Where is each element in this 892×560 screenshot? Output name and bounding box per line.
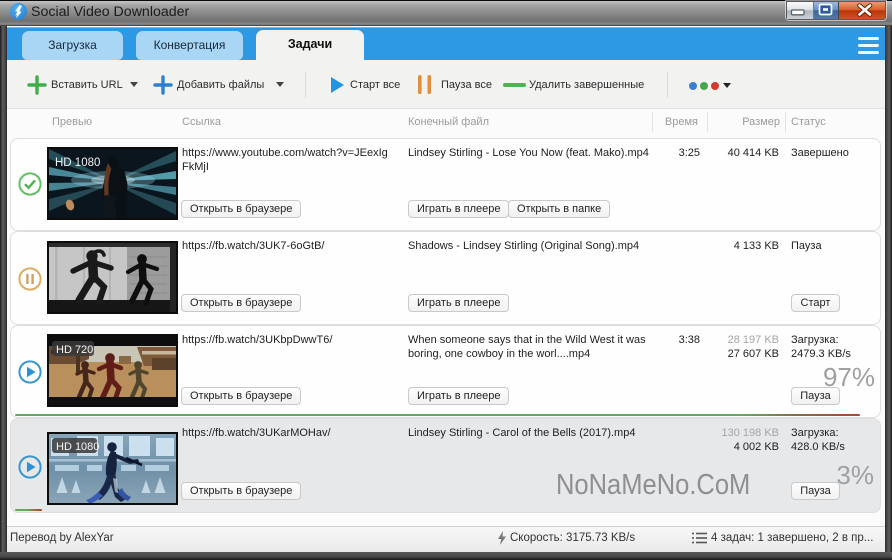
svg-text:HD 1080: HD 1080	[56, 441, 99, 453]
svg-text:HD 1080: HD 1080	[55, 157, 100, 169]
svg-text:HD 720: HD 720	[56, 344, 93, 356]
